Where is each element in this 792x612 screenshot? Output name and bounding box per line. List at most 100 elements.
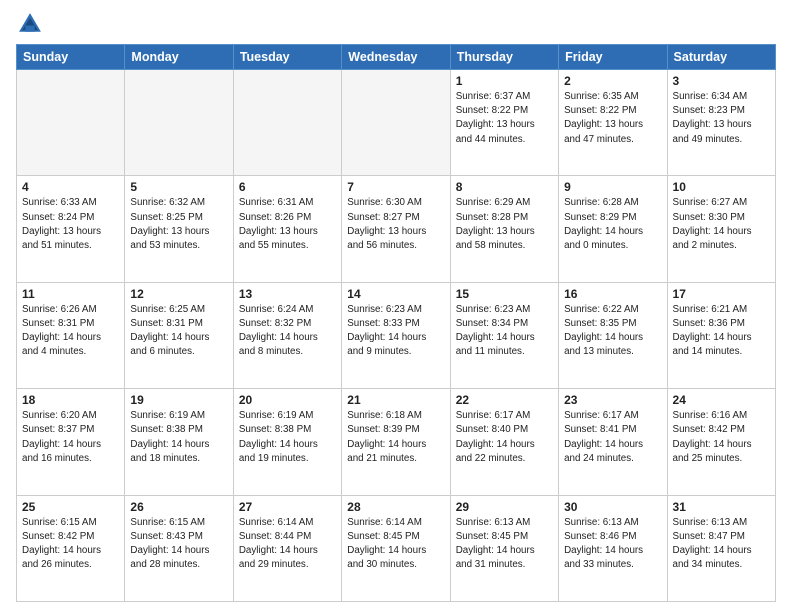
day-number: 26 xyxy=(130,500,227,514)
day-number: 27 xyxy=(239,500,336,514)
day-info: Sunrise: 6:13 AM Sunset: 8:45 PM Dayligh… xyxy=(456,516,553,573)
week-row-5: 25 Sunrise: 6:15 AM Sunset: 8:42 PM Dayli… xyxy=(17,495,776,601)
day-number: 3 xyxy=(673,74,770,88)
day-info: Sunrise: 6:31 AM Sunset: 8:26 PM Dayligh… xyxy=(239,196,336,253)
day-number: 30 xyxy=(564,500,661,514)
day-cell: 28Sunrise: 6:14 AM Sunset: 8:45 PM Dayli… xyxy=(342,495,450,601)
day-info: Sunrise: 6:26 AM Sunset: 8:31 PM Dayligh… xyxy=(22,303,119,360)
day-number: 22 xyxy=(456,393,553,407)
day-cell: 13 Sunrise: 6:24 AM Sunset: 8:32 PM Dayli… xyxy=(233,282,341,388)
day-cell: 7 Sunrise: 6:30 AM Sunset: 8:27 PM Daylig… xyxy=(342,176,450,282)
day-number: 17 xyxy=(673,287,770,301)
day-number: 19 xyxy=(130,393,227,407)
day-info: Sunrise: 6:24 AM Sunset: 8:32 PM Dayligh… xyxy=(239,303,336,360)
day-number: 20 xyxy=(239,393,336,407)
header xyxy=(16,10,776,38)
weekday-header-row: SundayMondayTuesdayWednesdayThursdayFrid… xyxy=(17,45,776,70)
day-cell: 5 Sunrise: 6:32 AM Sunset: 8:25 PM Daylig… xyxy=(125,176,233,282)
week-row-4: 18 Sunrise: 6:20 AM Sunset: 8:37 PM Dayli… xyxy=(17,389,776,495)
day-cell: 29 Sunrise: 6:13 AM Sunset: 8:45 PM Dayli… xyxy=(450,495,558,601)
day-number: 9 xyxy=(564,180,661,194)
day-cell: 26 Sunrise: 6:15 AM Sunset: 8:43 PM Dayli… xyxy=(125,495,233,601)
weekday-thursday: Thursday xyxy=(450,45,558,70)
day-cell: 18 Sunrise: 6:20 AM Sunset: 8:37 PM Dayli… xyxy=(17,389,125,495)
day-info: Sunrise: 6:16 AM Sunset: 8:42 PM Dayligh… xyxy=(673,409,770,466)
day-number: 11 xyxy=(22,287,119,301)
day-info: Sunrise: 6:27 AM Sunset: 8:30 PM Dayligh… xyxy=(673,196,770,253)
day-number: 2 xyxy=(564,74,661,88)
weekday-sunday: Sunday xyxy=(17,45,125,70)
page: SundayMondayTuesdayWednesdayThursdayFrid… xyxy=(0,0,792,612)
day-cell: 30Sunrise: 6:13 AM Sunset: 8:46 PM Dayli… xyxy=(559,495,667,601)
day-number: 13 xyxy=(239,287,336,301)
day-number: 10 xyxy=(673,180,770,194)
day-cell: 21Sunrise: 6:18 AM Sunset: 8:39 PM Dayli… xyxy=(342,389,450,495)
day-cell: 23 Sunrise: 6:17 AM Sunset: 8:41 PM Dayli… xyxy=(559,389,667,495)
day-info: Sunrise: 6:35 AM Sunset: 8:22 PM Dayligh… xyxy=(564,90,661,147)
day-info: Sunrise: 6:23 AM Sunset: 8:34 PM Dayligh… xyxy=(456,303,553,360)
weekday-saturday: Saturday xyxy=(667,45,775,70)
day-info: Sunrise: 6:14 AM Sunset: 8:44 PM Dayligh… xyxy=(239,516,336,573)
day-info: Sunrise: 6:33 AM Sunset: 8:24 PM Dayligh… xyxy=(22,196,119,253)
day-info: Sunrise: 6:15 AM Sunset: 8:42 PM Dayligh… xyxy=(22,516,119,573)
day-cell: 17 Sunrise: 6:21 AM Sunset: 8:36 PM Dayli… xyxy=(667,282,775,388)
day-number: 4 xyxy=(22,180,119,194)
day-number: 7 xyxy=(347,180,444,194)
day-info: Sunrise: 6:28 AM Sunset: 8:29 PM Dayligh… xyxy=(564,196,661,253)
day-cell: 4 Sunrise: 6:33 AM Sunset: 8:24 PM Daylig… xyxy=(17,176,125,282)
calendar-table: SundayMondayTuesdayWednesdayThursdayFrid… xyxy=(16,44,776,602)
day-cell: 3 Sunrise: 6:34 AM Sunset: 8:23 PM Daylig… xyxy=(667,70,775,176)
day-info: Sunrise: 6:22 AM Sunset: 8:35 PM Dayligh… xyxy=(564,303,661,360)
day-cell: 10 Sunrise: 6:27 AM Sunset: 8:30 PM Dayli… xyxy=(667,176,775,282)
day-info: Sunrise: 6:32 AM Sunset: 8:25 PM Dayligh… xyxy=(130,196,227,253)
day-cell: 16Sunrise: 6:22 AM Sunset: 8:35 PM Dayli… xyxy=(559,282,667,388)
day-info: Sunrise: 6:34 AM Sunset: 8:23 PM Dayligh… xyxy=(673,90,770,147)
day-cell: 1 Sunrise: 6:37 AM Sunset: 8:22 PM Daylig… xyxy=(450,70,558,176)
day-number: 8 xyxy=(456,180,553,194)
day-number: 14 xyxy=(347,287,444,301)
day-cell: 8 Sunrise: 6:29 AM Sunset: 8:28 PM Daylig… xyxy=(450,176,558,282)
day-info: Sunrise: 6:37 AM Sunset: 8:22 PM Dayligh… xyxy=(456,90,553,147)
day-cell: 9 Sunrise: 6:28 AM Sunset: 8:29 PM Daylig… xyxy=(559,176,667,282)
day-cell: 2 Sunrise: 6:35 AM Sunset: 8:22 PM Daylig… xyxy=(559,70,667,176)
day-number: 29 xyxy=(456,500,553,514)
day-cell: 27 Sunrise: 6:14 AM Sunset: 8:44 PM Dayli… xyxy=(233,495,341,601)
day-number: 24 xyxy=(673,393,770,407)
day-info: Sunrise: 6:18 AM Sunset: 8:39 PM Dayligh… xyxy=(347,409,444,466)
week-row-3: 11 Sunrise: 6:26 AM Sunset: 8:31 PM Dayli… xyxy=(17,282,776,388)
day-cell xyxy=(342,70,450,176)
logo-icon xyxy=(16,10,44,38)
day-info: Sunrise: 6:30 AM Sunset: 8:27 PM Dayligh… xyxy=(347,196,444,253)
day-info: Sunrise: 6:17 AM Sunset: 8:40 PM Dayligh… xyxy=(456,409,553,466)
day-cell: 20 Sunrise: 6:19 AM Sunset: 8:38 PM Dayli… xyxy=(233,389,341,495)
day-number: 31 xyxy=(673,500,770,514)
weekday-wednesday: Wednesday xyxy=(342,45,450,70)
day-number: 23 xyxy=(564,393,661,407)
day-info: Sunrise: 6:19 AM Sunset: 8:38 PM Dayligh… xyxy=(239,409,336,466)
weekday-friday: Friday xyxy=(559,45,667,70)
day-info: Sunrise: 6:17 AM Sunset: 8:41 PM Dayligh… xyxy=(564,409,661,466)
weekday-tuesday: Tuesday xyxy=(233,45,341,70)
day-number: 15 xyxy=(456,287,553,301)
logo xyxy=(16,10,48,38)
day-cell: 19Sunrise: 6:19 AM Sunset: 8:38 PM Dayli… xyxy=(125,389,233,495)
day-number: 18 xyxy=(22,393,119,407)
day-info: Sunrise: 6:13 AM Sunset: 8:47 PM Dayligh… xyxy=(673,516,770,573)
day-info: Sunrise: 6:14 AM Sunset: 8:45 PM Dayligh… xyxy=(347,516,444,573)
day-number: 25 xyxy=(22,500,119,514)
day-info: Sunrise: 6:21 AM Sunset: 8:36 PM Dayligh… xyxy=(673,303,770,360)
day-info: Sunrise: 6:20 AM Sunset: 8:37 PM Dayligh… xyxy=(22,409,119,466)
day-cell xyxy=(125,70,233,176)
weekday-monday: Monday xyxy=(125,45,233,70)
day-cell: 12Sunrise: 6:25 AM Sunset: 8:31 PM Dayli… xyxy=(125,282,233,388)
day-info: Sunrise: 6:15 AM Sunset: 8:43 PM Dayligh… xyxy=(130,516,227,573)
day-number: 12 xyxy=(130,287,227,301)
day-number: 5 xyxy=(130,180,227,194)
day-number: 1 xyxy=(456,74,553,88)
day-info: Sunrise: 6:29 AM Sunset: 8:28 PM Dayligh… xyxy=(456,196,553,253)
day-cell: 15 Sunrise: 6:23 AM Sunset: 8:34 PM Dayli… xyxy=(450,282,558,388)
day-cell: 6 Sunrise: 6:31 AM Sunset: 8:26 PM Daylig… xyxy=(233,176,341,282)
day-cell xyxy=(233,70,341,176)
day-number: 6 xyxy=(239,180,336,194)
day-cell: 14Sunrise: 6:23 AM Sunset: 8:33 PM Dayli… xyxy=(342,282,450,388)
